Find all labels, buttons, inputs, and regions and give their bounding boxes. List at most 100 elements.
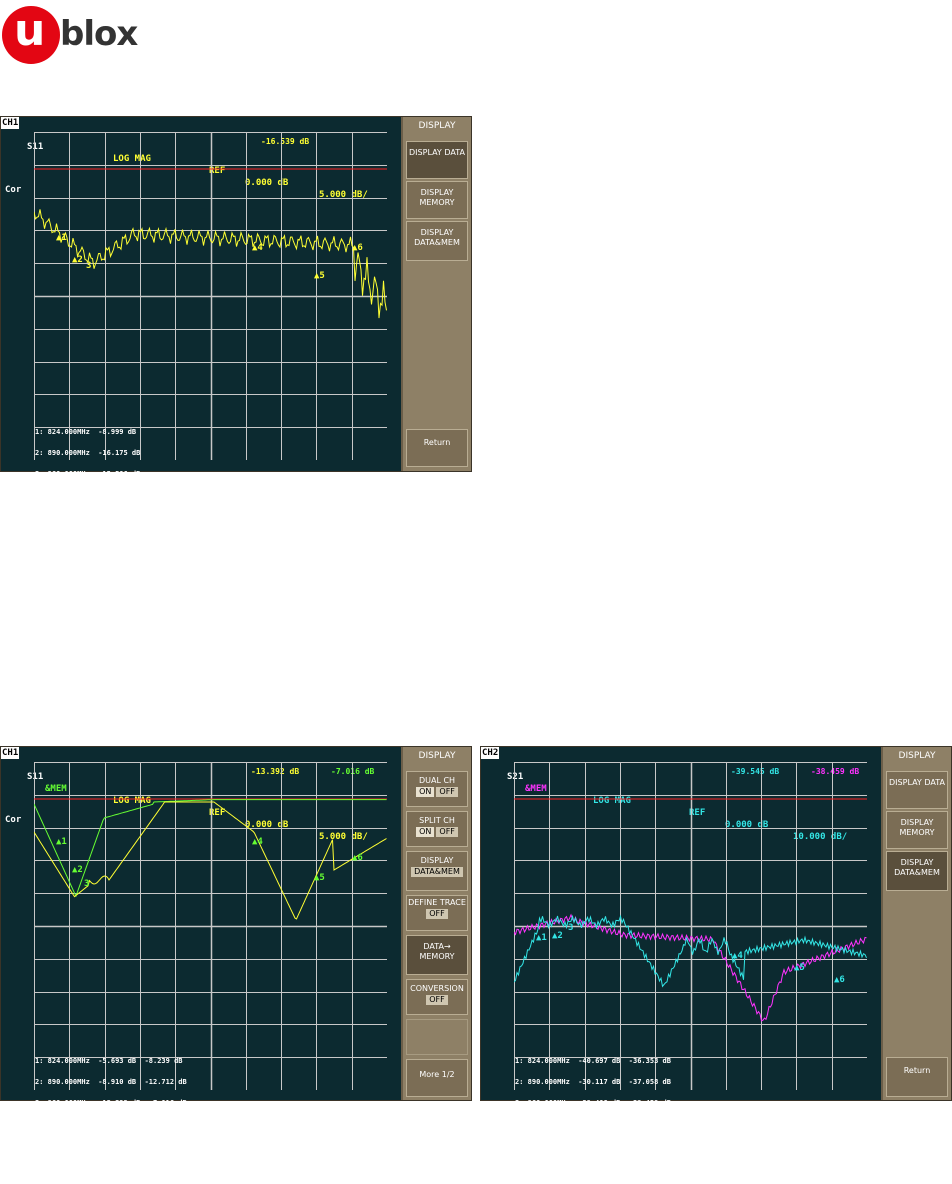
marker-row: 1: 824.000MHz -5.693 dB -8.239 dB	[35, 1057, 183, 1065]
correction-label: Cor	[5, 185, 22, 195]
center-freq: CENTER 1.5GHz	[27, 472, 98, 482]
correction-label: Cor	[5, 815, 22, 825]
display-memory-button[interactable]: DISPLAY MEMORY	[886, 811, 948, 849]
display-data-button[interactable]: DISPLAY DATA	[886, 771, 948, 809]
memory-trace	[514, 913, 867, 1022]
source-power: [ 0.00 dBm]	[187, 484, 247, 494]
dual-ch-off[interactable]: OFF	[436, 787, 458, 797]
display-memory-button[interactable]: DISPLAY MEMORY	[406, 181, 468, 219]
channel-label: CH1	[1, 747, 20, 759]
marker-symbol: ▲5	[314, 873, 325, 883]
footer: CENTER 1.5GHz [ 0.00 dBm] SPAN 1.6GHz	[481, 1088, 881, 1135]
display-data-button[interactable]: DISPLAY DATA	[406, 141, 468, 179]
marker-symbol: ▲6	[352, 243, 363, 253]
menu-title: DISPLAY	[418, 121, 456, 131]
softkey-menu: DISPLAY DISPLAY DATA DISPLAY MEMORY DISP…	[883, 747, 951, 1100]
marker-row: 5:1.990 000GHz -10.700 dB -0.690 dB	[35, 1141, 191, 1149]
marker-symbol: 3	[84, 879, 89, 889]
conversion-button[interactable]: CONVERSION OFF	[406, 979, 468, 1015]
softkey-menu: DISPLAY DUAL CH ON OFF SPLIT CH ON OFF DIS…	[403, 747, 471, 1100]
trace-header: CH1 S11 &MEM LOG MAG REF 0.000 dB 5.000 …	[1, 747, 401, 842]
marker-symbol: ▲6	[352, 853, 363, 863]
display-button[interactable]: DISPLAY DATA&MEM	[406, 851, 468, 891]
footer: CENTER 1.5GHz [ 0.00 dBm] SPAN 1.6GHz	[1, 1088, 401, 1135]
conversion-value: OFF	[426, 995, 448, 1005]
center-freq: CENTER 1.5GHz	[27, 1101, 98, 1111]
span-freq: SPAN 1.6GHz	[807, 1125, 867, 1135]
trace-header: CH2 S21 &MEM LOG MAG REF 0.000 dB 10.000…	[481, 747, 881, 842]
conversion-label: CONVERSION	[410, 984, 464, 993]
marker-row: 2: 890.000MHz -8.910 dB -12.712 dB	[35, 1078, 187, 1086]
softkey-menu: DISPLAY DISPLAY DATA DISPLAY MEMORY DISP…	[403, 117, 471, 471]
marker-row: 4:1.710 000GHz -12.274 dB	[35, 491, 145, 499]
display-value: DATA&MEM	[411, 867, 463, 877]
data-to-memory-button[interactable]: DATA→ MEMORY	[406, 935, 468, 975]
marker-row: 5:1.990 000GHz -46.453 dB -50.214 dB	[515, 1141, 676, 1149]
marker-row: 5:1.990 000GHz -16.046 dB	[35, 512, 145, 520]
footer: CENTER 1.5GHz [ 0.00 dBm] SPAN 1.6GHz	[1, 459, 401, 506]
marker-symbol: 3	[568, 923, 573, 933]
define-trace-label: DEFINE TRACE	[408, 898, 466, 907]
marker-row: 4:1.710 000GHz -15.776 dB -0.862 dB	[35, 1120, 191, 1128]
display-data-mem-button[interactable]: DISPLAY DATA&MEM	[406, 221, 468, 261]
split-ch-label: SPLIT CH	[419, 816, 455, 825]
more-button[interactable]: More 1/2	[406, 1059, 468, 1097]
trace-plot: ▲1 ▲2 3 ▲4 ▲5 ▲6	[514, 762, 867, 1090]
menu-title: DISPLAY	[898, 751, 936, 761]
marker-symbol: ▲6	[834, 975, 845, 985]
split-ch-on[interactable]: ON	[416, 827, 435, 837]
marker-table: 1: 824.000MHz -40.697 dB -36.353 dB 2: 8…	[515, 1044, 675, 1184]
marker-symbol: ▲1	[536, 933, 547, 943]
analyzer-screen-1: CH1 S11 LOG MAG REF 0.000 dB 5.000 dB/ -…	[0, 116, 472, 541]
marker-row: 6:2.170 000GHz -52.626 dB -55.222 dB	[515, 1162, 676, 1170]
trace-plot: ▲1▲23▲4▲5▲6	[34, 132, 387, 460]
display-data-mem-button[interactable]: DISPLAY DATA&MEM	[886, 851, 948, 891]
span-freq: SPAN 1.6GHz	[327, 496, 387, 506]
marker-symbol: ▲2	[552, 931, 563, 941]
return-button[interactable]: Return	[406, 429, 468, 467]
marker-symbol: ▲4	[252, 837, 263, 847]
marker-row: 1: 824.000MHz -40.697 dB -36.353 dB	[515, 1057, 671, 1065]
graticule	[34, 762, 387, 1090]
plot-panel: CH1 S11 &MEM LOG MAG REF 0.000 dB 5.000 …	[1, 747, 401, 1170]
marker-symbol: ▲5	[794, 963, 805, 973]
marker-row: 2: 890.000MHz -16.175 dB	[35, 449, 141, 457]
define-trace-button[interactable]: DEFINE TRACE OFF	[406, 895, 468, 931]
dual-ch-on[interactable]: ON	[416, 787, 435, 797]
source-power: [ 0.00 dBm]	[187, 1113, 247, 1123]
dual-ch-label: DUAL CH	[418, 776, 456, 785]
source-power: [ 0.00 dBm]	[667, 1113, 727, 1123]
return-button[interactable]: Return	[886, 1057, 948, 1097]
marker-symbol: ▲4	[732, 951, 743, 961]
center-freq: CENTER 1.5GHz	[507, 1101, 578, 1111]
span-freq: SPAN 1.6GHz	[327, 1125, 387, 1135]
marker-symbol: 3	[86, 261, 91, 271]
marker-table: 1: 824.000MHz -8.999 dB 2: 890.000MHz -1…	[35, 415, 145, 555]
display-label: DISPLAY	[420, 856, 454, 865]
split-ch-off[interactable]: OFF	[436, 827, 458, 837]
marker-symbol: ▲1	[56, 837, 67, 847]
menu-title: DISPLAY	[418, 751, 456, 761]
split-ch-button[interactable]: SPLIT CH ON OFF	[406, 811, 468, 847]
disabled-button	[406, 1019, 468, 1055]
logo-text: blox	[60, 14, 138, 54]
marker-row: 6:2.170 000GHz -8.226 dB -0.823 dB	[35, 1162, 187, 1170]
graticule	[34, 132, 387, 460]
channel-label: CH1	[1, 117, 20, 129]
marker-row: 4:1.710 000GHz -46.496 dB -50.312 dB	[515, 1120, 676, 1128]
plot-panel: CH2 S21 &MEM LOG MAG REF 0.000 dB 10.000…	[481, 747, 881, 1170]
analyzer-screen-2: CH1 S11 &MEM LOG MAG REF 0.000 dB 5.000 …	[0, 746, 472, 1170]
logo-u: u	[14, 5, 46, 56]
marker-symbols: ▲1 ▲2 3 ▲4 ▲5 ▲6	[536, 923, 845, 985]
marker-row: 1: 824.000MHz -8.999 dB	[35, 428, 137, 436]
plot-panel: CH1 S11 LOG MAG REF 0.000 dB 5.000 dB/ -…	[1, 117, 401, 541]
marker-row: 6:2.170 000GHz -12.514 dB	[35, 533, 145, 541]
ublox-logo: u blox	[0, 0, 160, 70]
marker-row: 2: 890.000MHz -30.117 dB -37.058 dB	[515, 1078, 671, 1086]
marker-symbol: ▲5	[314, 271, 325, 281]
analyzer-screen-3: CH2 S21 &MEM LOG MAG REF 0.000 dB 10.000…	[480, 746, 952, 1170]
marker-symbol: ▲1	[56, 233, 67, 243]
marker-symbol: ▲4	[252, 243, 263, 253]
dual-ch-button[interactable]: DUAL CH ON OFF	[406, 771, 468, 807]
marker-table: 1: 824.000MHz -5.693 dB -8.239 dB 2: 890…	[35, 1044, 191, 1184]
